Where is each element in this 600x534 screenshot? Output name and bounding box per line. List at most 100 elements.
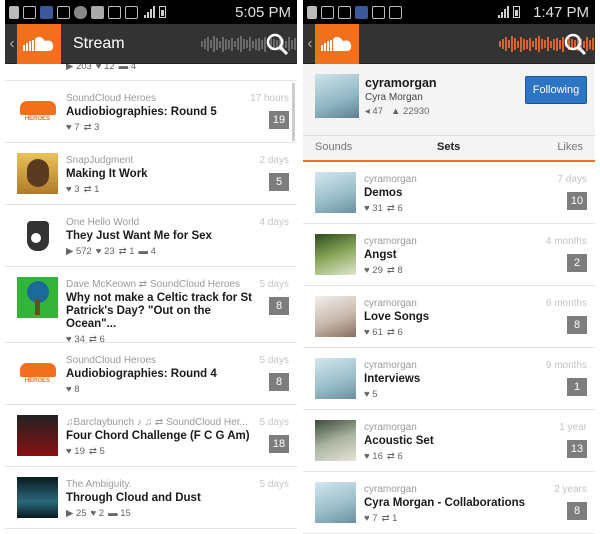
stat-value: ⇄ 6: [386, 203, 403, 214]
item-user: cyramorgan: [364, 298, 417, 309]
page-title: Stream: [73, 34, 125, 52]
tab-sounds[interactable]: Sounds: [315, 141, 352, 153]
search-icon[interactable]: [263, 30, 291, 58]
stat-value: ▶ 572: [66, 246, 92, 257]
stat-value: ⇄ 1: [118, 246, 135, 257]
image-icon: [57, 5, 70, 19]
usb-icon: [9, 5, 19, 19]
item-time: 2 days: [259, 155, 289, 166]
list-item[interactable]: cyramorgan Angst ♥ 29 ⇄ 8 4 months 2: [303, 224, 595, 286]
track-count-badge: 8: [269, 297, 289, 315]
stat-value: ♥ 12: [95, 64, 115, 72]
status-bar: 1:47 PM: [303, 0, 595, 24]
usb-icon: [307, 5, 317, 19]
item-title: Making It Work: [66, 168, 148, 180]
item-title: Love Songs: [364, 311, 430, 323]
item-user: cyramorgan: [364, 484, 417, 495]
item-user: SoundCloud Heroes: [66, 355, 157, 366]
signal-icon: [498, 6, 509, 18]
track-count-badge: 8: [567, 502, 587, 520]
list-item[interactable]: cyramorgan Cyra Morgan - Collaborations ♥ …: [303, 472, 595, 534]
search-icon[interactable]: [561, 30, 589, 58]
list-item[interactable]: cyramorgan Demos ♥ 31 ⇄ 6 7 days 10: [303, 162, 595, 224]
list-item[interactable]: The Ambiguity. Through Cloud and Dust ▶ 25…: [5, 467, 297, 529]
track-count-badge: 1: [567, 378, 587, 396]
image-icon: [389, 5, 402, 19]
artwork-thumbnail: [17, 415, 58, 456]
profile-username: cyramorgan: [365, 76, 437, 90]
avatar: [315, 74, 359, 118]
list-item[interactable]: cyramorgan Interviews ♥ 5 9 months 1: [303, 348, 595, 410]
item-stats: ♥ 8: [66, 384, 257, 395]
track-count-badge: 10: [567, 192, 587, 210]
stat-value: ♥ 23: [95, 246, 115, 257]
profile-header: cyramorgan Cyra Morgan ◂ 47 ▲ 22930 Foll…: [303, 64, 595, 136]
scrollbar[interactable]: [292, 83, 295, 141]
stat-value: ♥ 3: [66, 184, 80, 195]
item-stats: ♥ 29 ⇄ 8: [364, 265, 555, 276]
stat-value: ⇄ 6: [386, 327, 403, 338]
sets-list[interactable]: cyramorgan Demos ♥ 31 ⇄ 67 days 10 cyramorgan…: [303, 162, 595, 534]
artwork-thumbnail: [17, 215, 58, 256]
soundcloud-logo[interactable]: [17, 23, 61, 64]
item-stats: ♥ 5: [364, 389, 555, 400]
back-icon[interactable]: ‹: [7, 35, 17, 53]
profile-screen: 1:47 PM ‹ cyramorgan Cyra Morgan ◂ 47 ▲ …: [303, 0, 595, 534]
app-bar: ‹: [303, 23, 595, 64]
item-time: 17 hours: [250, 93, 289, 104]
item-time: 1 year: [559, 422, 587, 433]
facebook-icon: [355, 5, 368, 19]
item-user: SnapJudgment: [66, 155, 134, 166]
item-user: cyramorgan: [364, 174, 417, 185]
stat-value: ♥ 7: [364, 513, 378, 524]
item-stats: ♥ 7 ⇄ 1: [364, 513, 555, 524]
stat-value: ⇄ 3: [83, 122, 100, 133]
item-title: Four Chord Challenge (F C G Am): [66, 430, 250, 442]
stat-value: ♥ 16: [364, 451, 383, 462]
stat-value: ♥ 2: [90, 508, 105, 519]
item-stats: ♥ 7 ⇄ 3: [66, 122, 257, 133]
list-item[interactable]: cyramorgan Acoustic Set ♥ 16 ⇄ 6 1 year 13: [303, 410, 595, 472]
track-count-badge: 19: [269, 111, 289, 129]
list-item[interactable]: HEROES SoundCloud Heroes Audiobiographies:…: [5, 81, 297, 143]
signal-icon: [144, 6, 155, 18]
item-time: 5 days: [259, 479, 289, 490]
item-stats: ▶ 572 ♥ 23 ⇄ 1 ▬ 4: [66, 246, 257, 257]
item-title: Cyra Morgan - Collaborations: [364, 497, 526, 509]
list-item[interactable]: HEROES SoundCloud Heroes Audiobiographies:…: [5, 343, 297, 405]
artwork-thumbnail: [315, 172, 356, 213]
list-item[interactable]: Dave McKeown ⇄ SoundCloud Heroes Why not …: [5, 267, 297, 345]
following-button[interactable]: Following: [525, 76, 587, 104]
back-icon[interactable]: ‹: [305, 35, 315, 53]
tab-likes[interactable]: Likes: [557, 141, 583, 153]
track-count-badge: 8: [567, 316, 587, 334]
partial-list-item: ▶ 203 ♥ 12 ▬ 4: [5, 64, 297, 81]
list-item[interactable]: SnapJudgment Making It Work ♥ 3 ⇄ 1 2 days 5: [5, 143, 297, 205]
list-item[interactable]: One Hello World They Just Want Me for Sex…: [5, 205, 297, 267]
list-item[interactable]: cyramorgan Love Songs ♥ 61 ⇄ 6 6 months 8: [303, 286, 595, 348]
artwork-thumbnail: [17, 477, 58, 518]
item-time: 5 days: [259, 279, 289, 290]
stream-list[interactable]: ▶ 203 ♥ 12 ▬ 4 HEROES SoundCloud Heroes Audi…: [5, 64, 297, 534]
item-user: Dave McKeown ⇄ SoundCloud Heroes: [66, 279, 241, 290]
item-stats: ♥ 61 ⇄ 6: [364, 327, 555, 338]
cloud-icon: [74, 5, 87, 19]
profile-tabs: Sounds Sets Likes: [303, 136, 595, 162]
item-title: Audiobiographies: Round 4: [66, 368, 217, 380]
stat-value: ♥ 5: [364, 389, 378, 400]
artwork-thumbnail: [315, 420, 356, 461]
track-count-badge: 5: [269, 173, 289, 191]
stat-value: ⇄ 6: [386, 451, 403, 462]
item-user: ♫Barclaybunch ♪ ♫ ⇄ SoundCloud Her...: [66, 417, 248, 428]
calendar-icon: [125, 5, 138, 19]
stat-value: ♥ 31: [364, 203, 383, 214]
item-time: 4 months: [545, 236, 587, 247]
stat-value: ♥ 7: [66, 122, 80, 133]
stat-value: ♥ 61: [364, 327, 383, 338]
artwork-thumbnail: [315, 358, 356, 399]
soundcloud-logo[interactable]: [315, 23, 359, 64]
facebook-icon: [40, 5, 53, 19]
tab-sets[interactable]: Sets: [437, 141, 460, 153]
followers-count: ◂ 47: [365, 106, 383, 117]
list-item[interactable]: ♫Barclaybunch ♪ ♫ ⇄ SoundCloud Her... Fou…: [5, 405, 297, 467]
